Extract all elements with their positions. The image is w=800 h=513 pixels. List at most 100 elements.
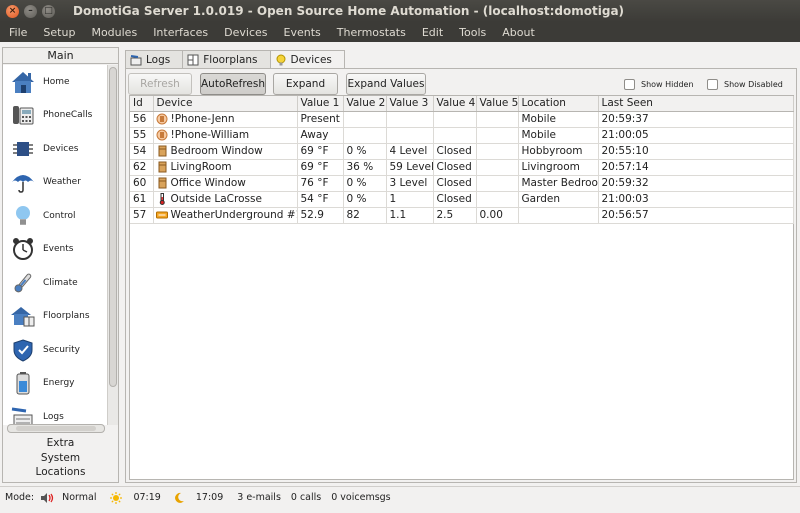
sidebar-item-home[interactable]: Home <box>3 65 107 99</box>
scrollbar-thumb[interactable] <box>16 426 96 431</box>
cell-value4: Closed <box>433 159 477 176</box>
col-header-value2[interactable]: Value 2 <box>343 96 387 112</box>
menu-thermostats[interactable]: Thermostats <box>328 26 413 39</box>
table-row[interactable]: 54 Bedroom Window 69 °F 0 % 4 Level Clos… <box>130 143 794 160</box>
sidebar-nav-list: Home PhoneCalls Devices Weather Control <box>3 65 107 425</box>
tab-logs[interactable]: Logs <box>125 50 184 68</box>
col-header-last-seen[interactable]: Last Seen <box>598 96 794 112</box>
cell-last-seen: 21:00:05 <box>598 127 794 144</box>
umbrella-icon <box>9 169 37 195</box>
sidebar-header[interactable]: Main <box>3 48 118 64</box>
refresh-button[interactable]: Refresh <box>128 73 192 95</box>
cell-last-seen: 20:56:57 <box>598 207 794 224</box>
lightbulb-icon <box>9 203 37 229</box>
sidebar-item-events[interactable]: Events <box>3 233 107 267</box>
autorefresh-button[interactable]: AutoRefresh <box>200 73 266 95</box>
cell-value5 <box>476 143 519 160</box>
device-name: !Phone-Jenn <box>170 113 235 125</box>
col-header-location[interactable]: Location <box>518 96 599 112</box>
menu-interfaces[interactable]: Interfaces <box>144 26 215 39</box>
cell-value5 <box>476 175 519 192</box>
show-disabled-checkbox[interactable]: Show Disabled <box>707 79 783 90</box>
sidebar-item-label: Security <box>43 344 80 355</box>
battery-icon <box>9 370 37 396</box>
cell-value4: Closed <box>433 143 477 160</box>
cell-value2: 0 % <box>343 191 387 208</box>
sidebar-item-control[interactable]: Control <box>3 199 107 233</box>
toolbar: Refresh AutoRefresh Expand Expand Values… <box>126 72 796 96</box>
col-header-value1[interactable]: Value 1 <box>297 96 344 112</box>
phone-icon <box>9 102 37 128</box>
cell-id: 56 <box>130 111 154 128</box>
menu-events[interactable]: Events <box>275 26 328 39</box>
sidebar-item-logs[interactable]: Logs <box>3 400 107 425</box>
col-header-value4[interactable]: Value 4 <box>433 96 477 112</box>
menu-edit[interactable]: Edit <box>413 26 450 39</box>
cell-id: 57 <box>130 207 154 224</box>
section-system[interactable]: System <box>3 451 118 466</box>
expand-values-button[interactable]: Expand Values <box>346 73 426 95</box>
chip-icon <box>9 136 37 162</box>
sidebar-item-weather[interactable]: Weather <box>3 166 107 200</box>
sidebar-item-label: Devices <box>43 143 79 154</box>
sidebar-item-phonecalls[interactable]: PhoneCalls <box>3 99 107 133</box>
col-header-value3[interactable]: Value 3 <box>386 96 434 112</box>
section-extra[interactable]: Extra <box>3 436 118 451</box>
col-header-value5[interactable]: Value 5 <box>476 96 519 112</box>
thermometer-icon <box>9 270 37 296</box>
cell-last-seen: 20:59:32 <box>598 175 794 192</box>
maximize-window-button[interactable]: □ <box>42 4 55 18</box>
cell-value3: 1.1 <box>386 207 434 224</box>
section-locations[interactable]: Locations <box>3 465 118 480</box>
device-name: !Phone-William <box>170 129 250 141</box>
checkbox-box[interactable] <box>707 79 718 90</box>
sidebar-item-security[interactable]: Security <box>3 333 107 367</box>
window-icon <box>156 145 168 157</box>
expand-button[interactable]: Expand <box>273 73 338 95</box>
sidebar: Main Home PhoneCalls Devices Weather Con… <box>2 47 119 483</box>
sidebar-horizontal-scrollbar[interactable] <box>7 424 105 433</box>
sidebar-item-energy[interactable]: Energy <box>3 367 107 401</box>
cell-last-seen: 20:55:10 <box>598 143 794 160</box>
devices-table: Id Device Value 1 Value 2 Value 3 Value … <box>129 95 794 480</box>
sidebar-item-label: Climate <box>43 277 78 288</box>
cell-id: 61 <box>130 191 154 208</box>
device-name: Office Window <box>170 177 246 189</box>
cell-location <box>518 207 599 224</box>
menu-about[interactable]: About <box>493 26 542 39</box>
menu-tools[interactable]: Tools <box>450 26 493 39</box>
table-row[interactable]: 61 Outside LaCrosse 54 °F 0 % 1 Closed G… <box>130 191 794 208</box>
thermometer-icon <box>156 193 168 205</box>
show-hidden-checkbox[interactable]: Show Hidden <box>624 79 694 90</box>
close-window-button[interactable]: × <box>6 4 19 18</box>
minimize-window-button[interactable]: – <box>24 4 37 18</box>
sidebar-item-label: Energy <box>43 378 75 389</box>
table-row[interactable]: 57 WeatherUnderground #1 52.9 82 1.1 2.5… <box>130 207 794 224</box>
table-row[interactable]: 55 !Phone-William Away Mobile 21:00:05 <box>130 127 794 144</box>
col-header-device[interactable]: Device <box>153 96 298 112</box>
tab-floorplans[interactable]: Floorplans <box>182 50 271 68</box>
cell-value1: Present <box>297 111 344 128</box>
cell-value2: 82 <box>343 207 387 224</box>
tab-devices[interactable]: Devices <box>269 50 345 69</box>
table-row[interactable]: 60 Office Window 76 °F 0 % 3 Level Close… <box>130 175 794 192</box>
menu-modules[interactable]: Modules <box>82 26 144 39</box>
sidebar-item-floorplans[interactable]: Floorplans <box>3 300 107 334</box>
menu-setup[interactable]: Setup <box>34 26 82 39</box>
device-name: WeatherUnderground #1 <box>170 209 297 221</box>
table-row[interactable]: 56 !Phone-Jenn Present Mobile 20:59:37 <box>130 111 794 128</box>
sidebar-item-devices[interactable]: Devices <box>3 132 107 166</box>
menu-devices[interactable]: Devices <box>215 26 274 39</box>
sidebar-item-climate[interactable]: Climate <box>3 266 107 300</box>
col-header-id[interactable]: Id <box>130 96 154 112</box>
calls-count: 0 calls <box>290 492 322 503</box>
checkbox-box[interactable] <box>624 79 635 90</box>
sidebar-vertical-scrollbar[interactable] <box>107 65 118 425</box>
table-row[interactable]: 62 LivingRoom 69 °F 36 % 59 Level Closed… <box>130 159 794 176</box>
sidebar-sections: Extra System Locations <box>3 436 118 480</box>
cell-id: 55 <box>130 127 154 144</box>
window-title: DomotiGa Server 1.0.019 - Open Source Ho… <box>73 4 625 18</box>
tab-label: Floorplans <box>203 53 258 66</box>
menu-file[interactable]: File <box>0 26 34 39</box>
scrollbar-thumb[interactable] <box>109 67 117 387</box>
